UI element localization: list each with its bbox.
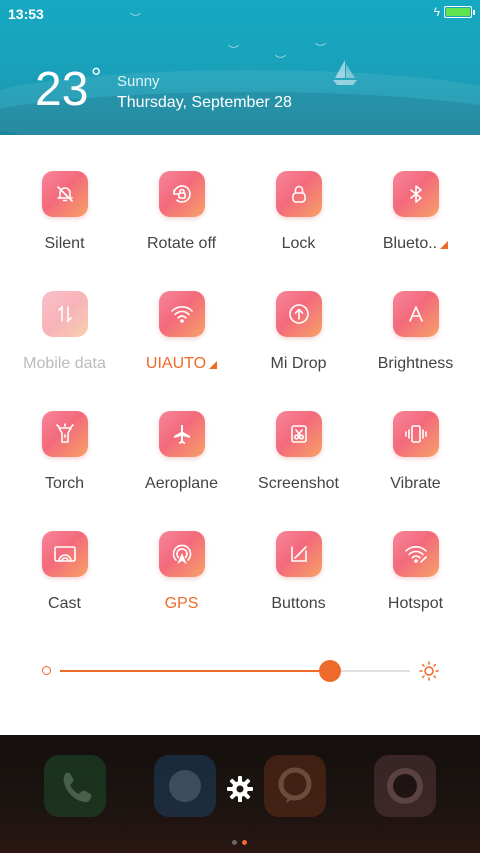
toggle-label: Rotate off (146, 235, 217, 252)
gps-icon (159, 531, 205, 577)
toggle-label: Brightness (377, 355, 454, 372)
phone-icon[interactable] (44, 755, 106, 817)
toggle-mi-drop[interactable]: Mi Drop (240, 255, 357, 372)
toggle-rotate[interactable]: Rotate off (123, 135, 240, 252)
toggle-label: Buttons (271, 595, 326, 612)
bird-decoration: ︶ (130, 13, 141, 25)
charging-icon: ϟ (433, 5, 440, 19)
toggle-label: Vibrate (390, 475, 441, 492)
toggle-bluetooth[interactable]: Blueto.. (357, 135, 474, 252)
toggle-vibrate[interactable]: Vibrate (357, 375, 474, 492)
battery-icon (444, 6, 475, 18)
status-time: 13:53 (8, 6, 44, 22)
vibrate-icon (393, 411, 439, 457)
aeroplane-icon (159, 411, 205, 457)
buttons-icon (276, 531, 322, 577)
slider-fill (60, 670, 330, 672)
rotate-lock-icon (159, 171, 205, 217)
toggle-mobile-data[interactable]: Mobile data (6, 255, 123, 372)
toggle-gps[interactable]: GPS (123, 495, 240, 612)
page-dot-active[interactable] (242, 840, 247, 845)
hotspot-icon (393, 531, 439, 577)
toggle-label: Torch (44, 475, 85, 492)
toggle-silent[interactable]: Silent (6, 135, 123, 252)
messages-icon[interactable] (154, 755, 216, 817)
slider-thumb[interactable] (318, 660, 341, 682)
toggle-wifi[interactable]: UIAUTO (123, 255, 240, 372)
brightness-high-icon (419, 661, 439, 681)
letter-a-icon (393, 291, 439, 337)
status-icons: ϟ (433, 5, 475, 19)
slider-track[interactable] (60, 660, 410, 682)
bird-decoration: ︶ (275, 55, 286, 67)
gear-icon[interactable] (224, 773, 256, 805)
sailboat-decoration (333, 60, 357, 85)
expand-corner-icon (440, 241, 449, 249)
toggle-label: Mobile data (23, 355, 106, 372)
toggle-label: GPS (164, 595, 199, 612)
toggle-label: Screenshot (258, 475, 339, 492)
toggle-label: Cast (48, 595, 81, 612)
weather-date: Thursday, September 28 (117, 94, 292, 111)
bell-off-icon (42, 171, 88, 217)
page-indicator (232, 840, 247, 845)
toggle-cast[interactable]: Cast (6, 495, 123, 612)
weather-header: ︶ ︶ ︶ ︶ 13:53 ϟ 23 ° Sunny Thursday, Sep… (0, 0, 480, 135)
toggle-label: Hotspot (387, 595, 444, 612)
degree-symbol: ° (91, 62, 102, 92)
battery-fill (446, 8, 470, 16)
toggle-label: Lock (281, 235, 316, 252)
lock-icon (276, 171, 322, 217)
toggle-label: Silent (44, 235, 85, 252)
cast-icon (42, 531, 88, 577)
quick-settings-panel: Silent Rotate off Lock Blueto.. Mobile d… (0, 135, 480, 735)
toggle-aeroplane[interactable]: Aeroplane (123, 375, 240, 492)
temperature: 23 (35, 63, 89, 116)
toggle-torch[interactable]: Torch (6, 375, 123, 492)
bluetooth-icon (393, 171, 439, 217)
home-dock (0, 735, 480, 853)
bird-decoration: ︶ (315, 43, 326, 55)
mobile-data-icon (42, 291, 88, 337)
toggle-brightness[interactable]: Brightness (357, 255, 474, 372)
toggle-label: Mi Drop (270, 355, 327, 372)
toggle-label: UIAUTO (123, 355, 240, 373)
expand-corner-icon (209, 361, 218, 369)
page-dot[interactable] (232, 840, 237, 845)
toggle-label: Aeroplane (145, 475, 218, 492)
bird-decoration: ︶ (228, 45, 239, 57)
torch-icon (42, 411, 88, 457)
toggle-lock[interactable]: Lock (240, 135, 357, 252)
camera-icon[interactable] (374, 755, 436, 817)
weather-condition: Sunny (117, 73, 160, 90)
brightness-slider[interactable] (40, 660, 440, 682)
chat-icon[interactable] (264, 755, 326, 817)
wifi-icon (159, 291, 205, 337)
toggle-buttons[interactable]: Buttons (240, 495, 357, 612)
brightness-low-icon (42, 666, 51, 675)
toggle-label: Blueto.. (357, 235, 474, 253)
toggle-screenshot[interactable]: Screenshot (240, 375, 357, 492)
upload-icon (276, 291, 322, 337)
toggle-hotspot[interactable]: Hotspot (357, 495, 474, 612)
screenshot-icon (276, 411, 322, 457)
